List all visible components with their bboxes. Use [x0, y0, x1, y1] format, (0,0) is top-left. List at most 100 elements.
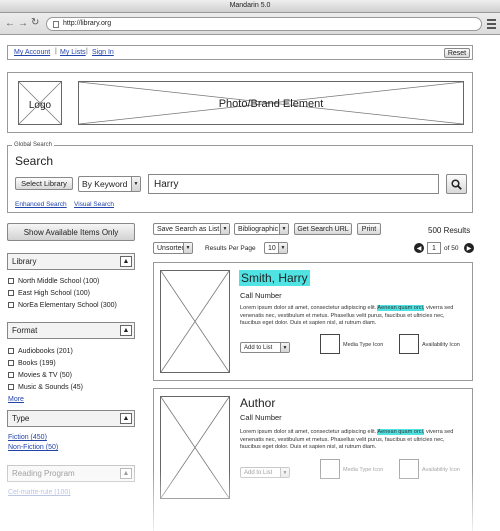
- media-type-label: Media Type Icon: [343, 342, 384, 348]
- chevron-down-icon: ▼: [280, 468, 289, 477]
- search-icon: [451, 178, 462, 190]
- result-title[interactable]: Smith, Harry: [239, 270, 310, 286]
- type-facet-title: Type: [12, 414, 30, 423]
- facet-option[interactable]: Books (199): [8, 360, 56, 367]
- facet-option[interactable]: East High School (100): [8, 290, 90, 297]
- chevron-down-icon: ▼: [131, 177, 140, 191]
- my-account-link[interactable]: My Account: [14, 49, 50, 56]
- add-to-list-label: Add to List: [244, 469, 273, 476]
- page-icon: [53, 21, 59, 28]
- result-description: Lorem ipsum dolor sit amet, consectetur …: [240, 305, 460, 328]
- search-button[interactable]: [446, 174, 467, 194]
- result-card: Author Call Number Lorem ipsum dolor sit…: [153, 388, 473, 531]
- checkbox-icon[interactable]: [8, 278, 14, 284]
- facet-option-label: NorEa Elementary School (300): [18, 302, 117, 309]
- next-page-button[interactable]: ▶: [464, 243, 474, 253]
- browser-toolbar: ← → ↻ http://library.org: [0, 13, 500, 35]
- collapse-icon[interactable]: ▲: [120, 325, 132, 336]
- reading-program-facet-header[interactable]: Reading Program ▲: [7, 465, 135, 482]
- back-icon[interactable]: ←: [5, 18, 15, 29]
- search-type-select[interactable]: By Keyword ▼: [78, 176, 141, 192]
- type-fiction-link[interactable]: Fiction (450): [8, 434, 47, 441]
- format-facet-header[interactable]: Format ▲: [7, 322, 135, 339]
- nav-divider: |: [86, 48, 88, 55]
- search-input[interactable]: Harry: [148, 174, 439, 194]
- reading-program-facet-title: Reading Program: [12, 469, 75, 478]
- facet-option-label: Books (199): [18, 360, 56, 367]
- search-type-value: By Keyword: [82, 179, 128, 189]
- address-bar[interactable]: http://library.org: [46, 17, 482, 31]
- checkbox-icon[interactable]: [8, 384, 14, 390]
- call-number: Call Number: [240, 291, 282, 300]
- type-nonfiction-link[interactable]: Non-Fiction (50): [8, 444, 58, 451]
- format-facet-title: Format: [12, 326, 38, 335]
- description-text: Lorem ipsum dolor sit amet, consectetur …: [240, 429, 378, 435]
- prev-page-button[interactable]: ◀: [414, 243, 424, 253]
- facet-option[interactable]: Audiobooks (201): [8, 348, 73, 355]
- facet-option[interactable]: Music & Sounds (45): [8, 384, 83, 391]
- facet-option-label: East High School (100): [18, 290, 90, 297]
- results-per-page-select[interactable]: 10 ▼: [264, 242, 288, 254]
- format-more-link[interactable]: More: [8, 396, 24, 403]
- facet-option-label: North Middle School (100): [18, 278, 100, 285]
- enhanced-search-link[interactable]: Enhanced Search: [15, 201, 67, 208]
- page-count: of 50: [444, 245, 459, 252]
- reset-button[interactable]: Reset: [444, 48, 470, 58]
- facet-option[interactable]: NorEa Elementary School (300): [8, 302, 117, 309]
- visual-search-link[interactable]: Visual Search: [74, 201, 114, 208]
- get-search-url-button[interactable]: Get Search URL: [294, 223, 352, 235]
- page-input[interactable]: 1: [427, 242, 441, 254]
- sort-select[interactable]: Unsorted ▼: [153, 242, 193, 254]
- save-search-select[interactable]: Save Search as List ▼: [153, 223, 230, 235]
- menu-icon[interactable]: [487, 19, 496, 29]
- chevron-down-icon: ▼: [183, 243, 192, 253]
- forward-icon[interactable]: →: [18, 18, 28, 29]
- search-title: Search: [15, 154, 54, 168]
- results-per-page-value: 10: [268, 244, 276, 252]
- checkbox-icon[interactable]: [8, 372, 14, 378]
- add-to-list-select[interactable]: Add to List ▼: [240, 467, 290, 478]
- collapse-icon[interactable]: ▲: [120, 413, 132, 424]
- checkbox-icon[interactable]: [8, 348, 14, 354]
- result-title[interactable]: Author: [240, 396, 275, 410]
- faded-region: Add to List ▼ Media Type Icon Availabili…: [154, 457, 474, 531]
- reading-program-link[interactable]: Cel-matte-rule (100): [8, 489, 71, 496]
- nav-divider: |: [55, 48, 57, 55]
- bibliographic-select[interactable]: Bibliographic ▼: [234, 223, 289, 235]
- collapse-icon[interactable]: ▲: [120, 256, 132, 267]
- my-lists-link[interactable]: My Lists: [60, 49, 86, 56]
- select-library-button[interactable]: Select Library: [15, 177, 73, 190]
- reload-icon[interactable]: ↻: [31, 17, 39, 28]
- url-text: http://library.org: [63, 20, 112, 27]
- logo-text: Logo: [28, 100, 52, 111]
- availability-icon: [399, 459, 419, 479]
- add-to-list-label: Add to List: [244, 344, 273, 351]
- global-search-label: Global Search: [12, 142, 55, 148]
- checkbox-icon[interactable]: [8, 302, 14, 308]
- collapse-icon[interactable]: ▲: [120, 468, 132, 479]
- show-available-button[interactable]: Show Available Items Only: [7, 223, 135, 241]
- logo-placeholder: Logo: [18, 81, 62, 125]
- chevron-down-icon: ▼: [220, 224, 229, 234]
- availability-label: Availability Icon: [422, 467, 460, 473]
- chevron-down-icon: ▼: [278, 243, 287, 253]
- cover-image-placeholder: [160, 270, 230, 373]
- media-type-icon: [320, 334, 340, 354]
- chevron-down-icon: ▼: [279, 224, 288, 234]
- chevron-down-icon: ▼: [280, 343, 289, 352]
- facet-option[interactable]: Movies & TV (50): [8, 372, 72, 379]
- result-card: Smith, Harry Call Number Lorem ipsum dol…: [153, 262, 473, 381]
- header-panel: Logo Photo/Brand Element: [7, 72, 473, 133]
- library-facet-header[interactable]: Library ▲: [7, 253, 135, 270]
- sort-label: Unsorted: [157, 244, 186, 252]
- print-button[interactable]: Print: [357, 223, 381, 235]
- brand-placeholder: Photo/Brand Element: [78, 81, 464, 125]
- checkbox-icon[interactable]: [8, 360, 14, 366]
- sign-in-link[interactable]: Sign In: [92, 49, 114, 56]
- checkbox-icon[interactable]: [8, 290, 14, 296]
- brand-text: Photo/Brand Element: [218, 98, 324, 110]
- media-type-icon: [320, 459, 340, 479]
- facet-option[interactable]: North Middle School (100): [8, 278, 99, 285]
- add-to-list-select[interactable]: Add to List ▼: [240, 342, 290, 353]
- type-facet-header[interactable]: Type ▲: [7, 410, 135, 427]
